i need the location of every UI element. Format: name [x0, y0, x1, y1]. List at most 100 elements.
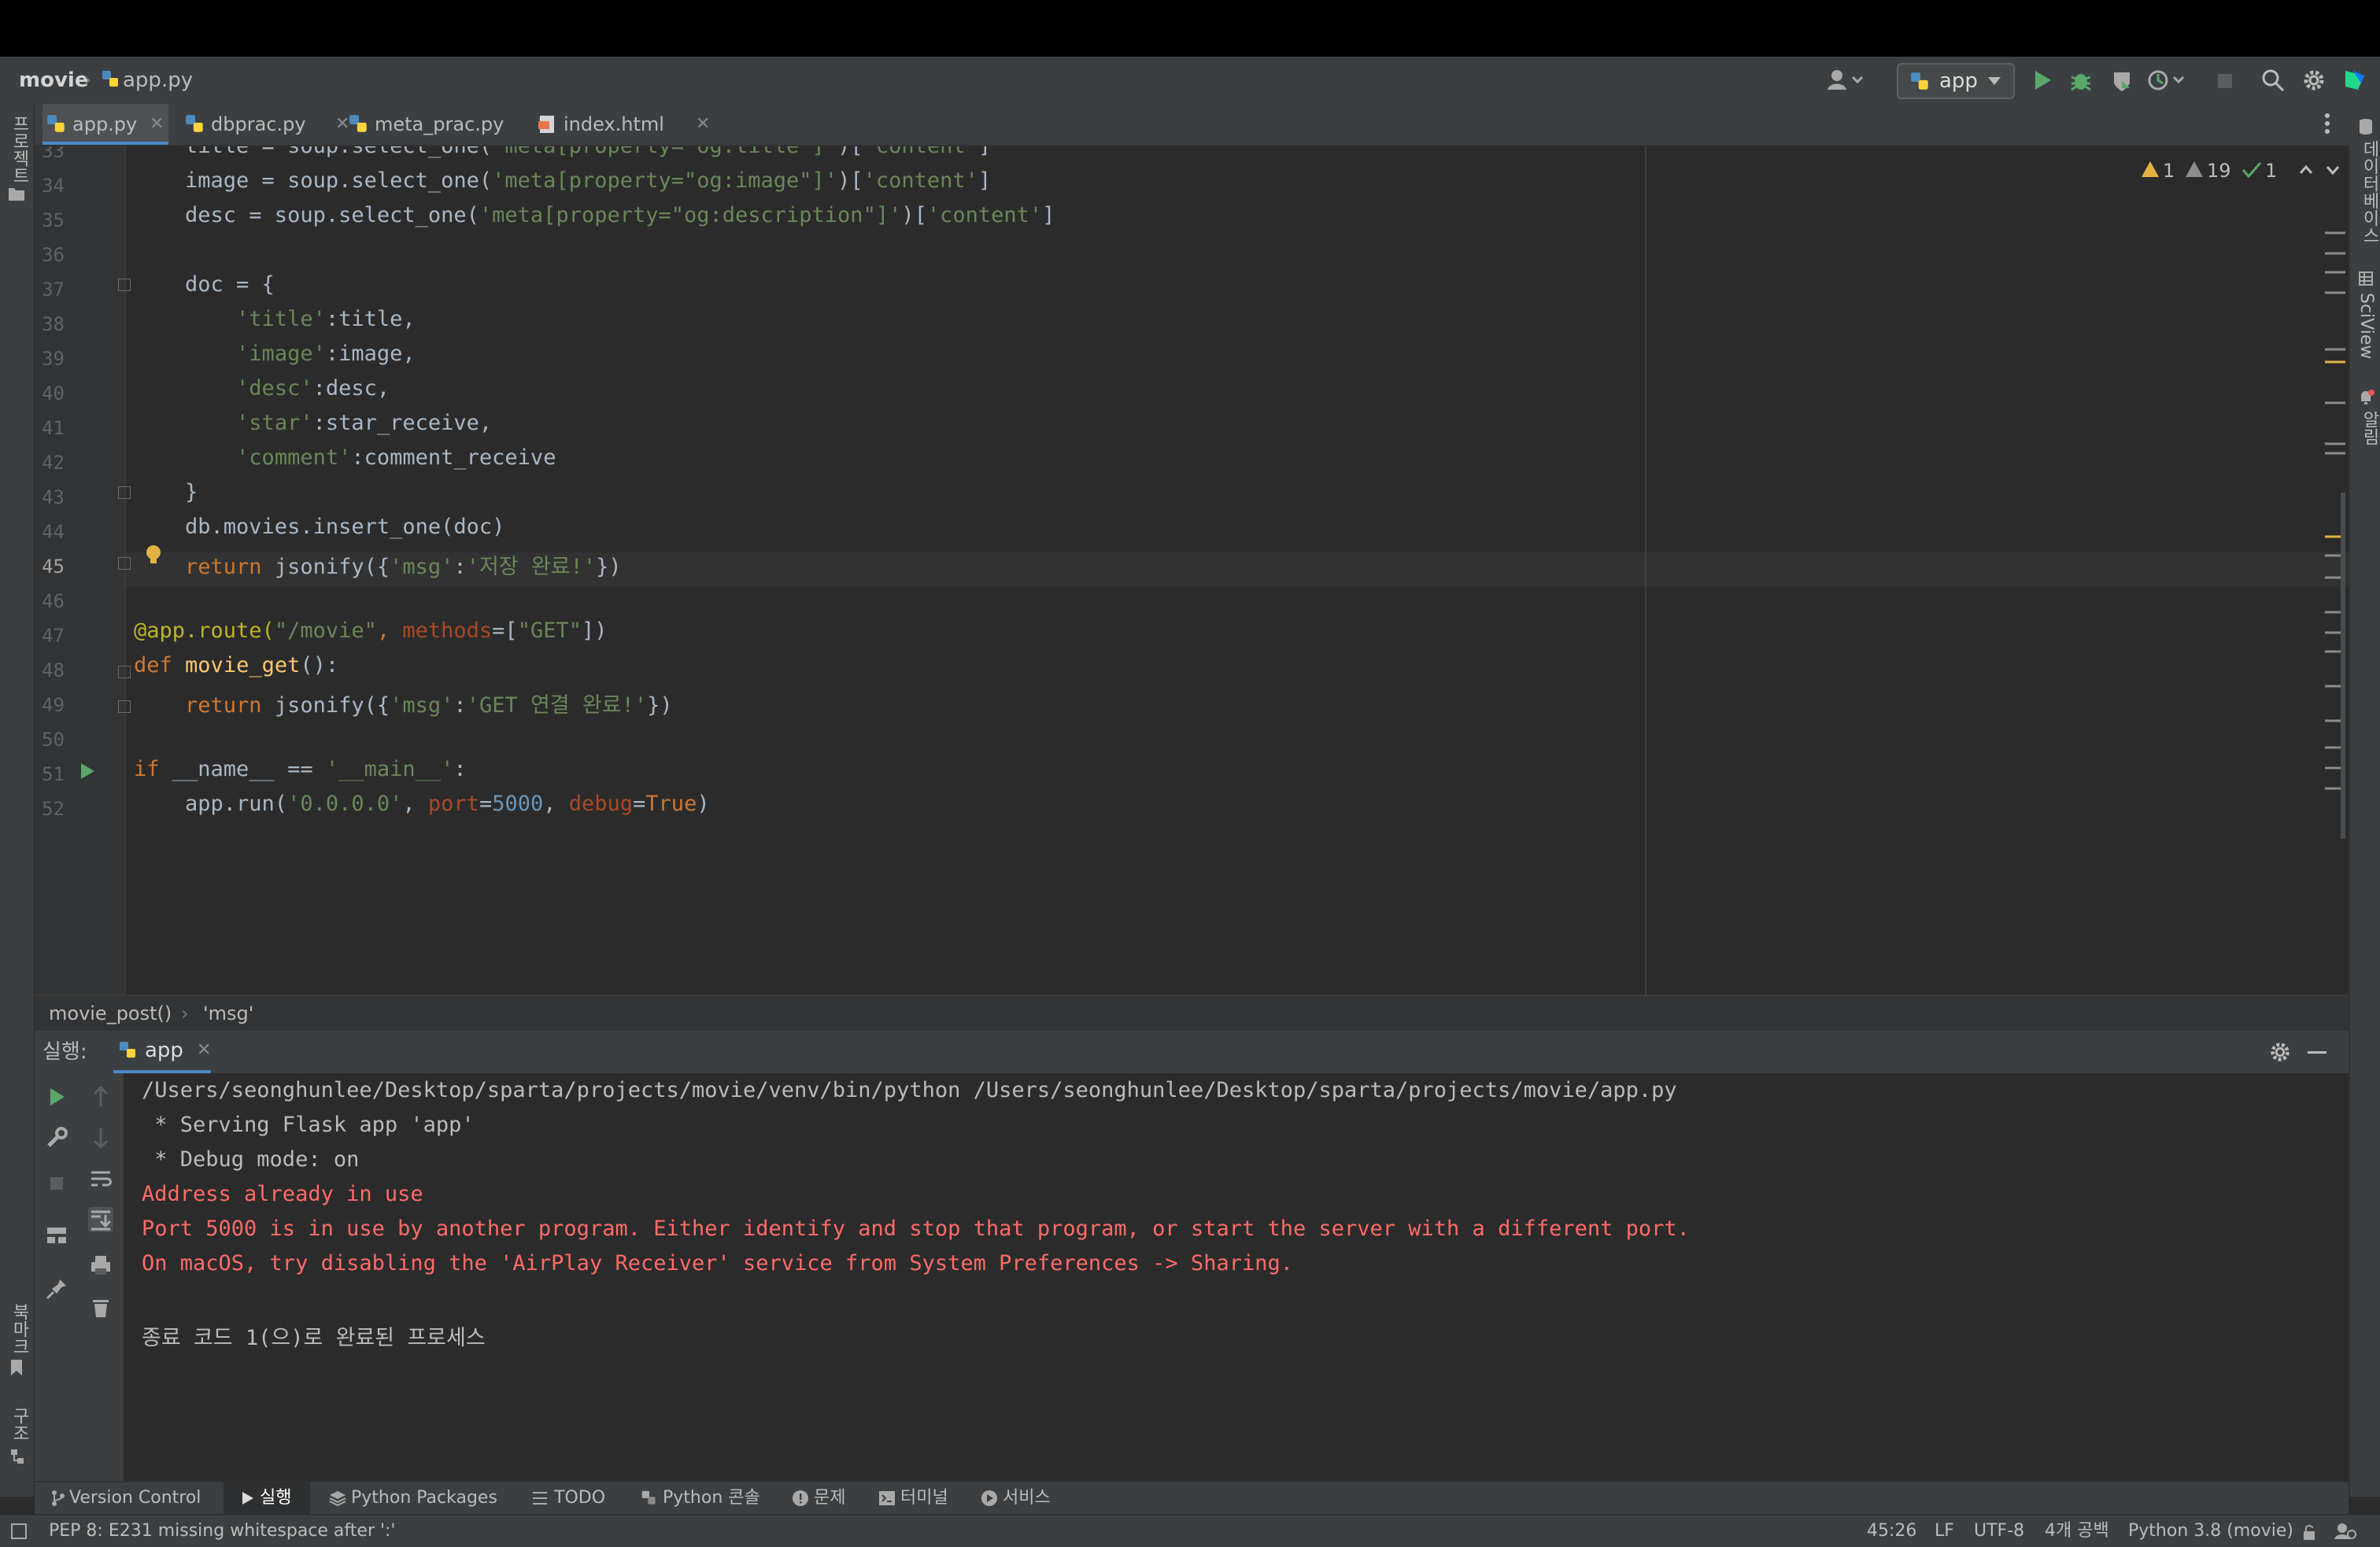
- indent-setting[interactable]: 4개 공백: [2045, 1516, 2109, 1547]
- pin-icon[interactable]: [44, 1276, 69, 1301]
- line-number: 41: [42, 417, 65, 439]
- tab-app-py[interactable]: app.py ✕: [42, 104, 168, 145]
- lock-icon[interactable]: [2301, 1523, 2317, 1541]
- window-icon[interactable]: [11, 1523, 27, 1539]
- nav-file[interactable]: app.py: [123, 57, 193, 104]
- console-line: Address already in use: [142, 1182, 423, 1206]
- run-toolbar-primary: [35, 1073, 79, 1481]
- branch-icon: [50, 1490, 66, 1507]
- coverage-icon[interactable]: [2109, 68, 2134, 93]
- close-icon[interactable]: ✕: [197, 1031, 211, 1070]
- fold-marker[interactable]: [118, 557, 131, 570]
- fold-marker[interactable]: [118, 666, 131, 678]
- right-tool-stripe: 데이터베이스 SciView 알림: [2349, 104, 2380, 1497]
- line-number: 52: [42, 798, 65, 820]
- line-number: 39: [42, 348, 65, 370]
- run-gutter-icon[interactable]: [79, 762, 96, 781]
- arrow-down-icon[interactable]: [88, 1125, 113, 1150]
- profile-icon[interactable]: [2147, 68, 2185, 93]
- navigation-bar: movie › app.py app: [0, 57, 2380, 105]
- stop-icon[interactable]: [2212, 68, 2237, 93]
- soft-wrap-icon[interactable]: [88, 1166, 113, 1191]
- python-file-icon: [184, 113, 206, 135]
- rerun-icon[interactable]: [44, 1084, 69, 1109]
- run-tab-label: app: [145, 1039, 183, 1062]
- line-number: 43: [42, 486, 65, 508]
- problem-icon: [792, 1490, 809, 1507]
- fold-marker[interactable]: [118, 279, 131, 291]
- wrench-icon[interactable]: [44, 1125, 69, 1150]
- error-icon: [2141, 161, 2160, 178]
- tab-index-html[interactable]: index.html ✕: [534, 104, 715, 145]
- error-stripe[interactable]: [2323, 225, 2347, 995]
- stripe-structure[interactable]: 구조: [6, 1407, 31, 1442]
- trash-icon[interactable]: [88, 1295, 113, 1320]
- caret-position[interactable]: 45:26: [1867, 1516, 1916, 1547]
- code-line-51: if __name__ == '__main__':: [134, 757, 467, 781]
- tool-label: 실행: [260, 1488, 292, 1508]
- user-icon[interactable]: [1826, 68, 1864, 93]
- layout-icon[interactable]: [44, 1223, 69, 1248]
- minimize-icon[interactable]: [2308, 1051, 2326, 1054]
- run-config-selector[interactable]: app: [1897, 63, 2015, 99]
- stripe-project[interactable]: 프로젝트: [6, 115, 31, 184]
- tab-label: index.html: [564, 113, 664, 135]
- arrow-up-icon[interactable]: [88, 1084, 113, 1109]
- fold-marker[interactable]: [118, 700, 131, 713]
- tool-run[interactable]: 실행: [224, 1482, 310, 1514]
- tab-label: dbprac.py: [211, 113, 306, 135]
- close-icon[interactable]: ✕: [150, 104, 164, 145]
- stop-icon[interactable]: [44, 1171, 69, 1196]
- chevron-up-icon[interactable]: [2298, 162, 2314, 178]
- breadcrumb-function[interactable]: movie_post(): [49, 996, 172, 1031]
- run-config-label: app: [1939, 69, 1978, 93]
- right-margin-guide: [1645, 146, 1646, 995]
- run-icon[interactable]: [2029, 68, 2054, 93]
- chevron-down-icon: [1988, 77, 2001, 87]
- code-line-42: 'comment':comment_receive: [236, 445, 556, 470]
- warning-count: 19: [2207, 160, 2231, 182]
- close-icon[interactable]: ✕: [696, 104, 710, 145]
- tab-label: meta_prac.py: [375, 113, 504, 135]
- more-icon[interactable]: [2323, 112, 2331, 135]
- file-encoding[interactable]: UTF-8: [1974, 1516, 2024, 1547]
- gear-icon[interactable]: [2268, 1040, 2292, 1064]
- search-icon[interactable]: [2260, 68, 2286, 93]
- python-icon: [1909, 71, 1931, 93]
- inspector-icon[interactable]: [2334, 1522, 2356, 1541]
- line-number: 40: [42, 382, 65, 404]
- code-line-39: 'image':image,: [236, 342, 416, 366]
- stripe-sciview[interactable]: SciView: [2356, 293, 2376, 359]
- gear-icon[interactable]: [2301, 68, 2326, 93]
- breadcrumb-key[interactable]: 'msg': [203, 996, 253, 1031]
- list-icon: [532, 1490, 548, 1506]
- print-icon[interactable]: [88, 1253, 113, 1278]
- python-interpreter[interactable]: Python 3.8 (movie): [2128, 1516, 2293, 1547]
- fold-marker[interactable]: [118, 486, 131, 499]
- status-bar: PEP 8: E231 missing whitespace after ':'…: [0, 1514, 2380, 1547]
- services-icon: [981, 1490, 998, 1507]
- debug-icon[interactable]: [2068, 68, 2094, 93]
- stripe-bookmarks[interactable]: 북마크: [6, 1303, 31, 1355]
- sciview-icon: [2358, 271, 2374, 286]
- line-separator[interactable]: LF: [1935, 1516, 1954, 1547]
- tab-dbprac-py[interactable]: dbprac.py ✕: [181, 104, 354, 145]
- line-number: 33: [42, 146, 65, 162]
- code-line-49: return jsonify({'msg':'GET 연결 완료!'}): [185, 693, 673, 718]
- status-message: PEP 8: E231 missing whitespace after ':': [49, 1521, 396, 1541]
- scroll-to-end-icon[interactable]: [88, 1207, 113, 1232]
- tab-meta-prac-py[interactable]: meta_prac.py ✕: [345, 104, 551, 145]
- tool-label: Version Control: [69, 1488, 201, 1508]
- code-editor[interactable]: 33 34 35 36 37 38 39 40 41 42 43 44 45 46 47 48 49 50 51 52…: [35, 146, 2349, 995]
- editor-breadcrumbs: movie_post() › 'msg': [35, 995, 2349, 1032]
- chevron-down-icon[interactable]: [2325, 162, 2341, 178]
- python-icon: [118, 1040, 139, 1061]
- run-tab-app[interactable]: app ✕: [113, 1031, 211, 1073]
- nav-project[interactable]: movie: [19, 57, 88, 104]
- run-panel-title: 실행:: [42, 1040, 87, 1064]
- line-number: 49: [42, 694, 65, 716]
- stripe-notifications[interactable]: 알림: [2356, 411, 2380, 445]
- python-icon: [641, 1490, 658, 1507]
- stripe-database[interactable]: 데이터베이스: [2356, 140, 2380, 244]
- jetbrains-logo-icon[interactable]: [2342, 68, 2367, 93]
